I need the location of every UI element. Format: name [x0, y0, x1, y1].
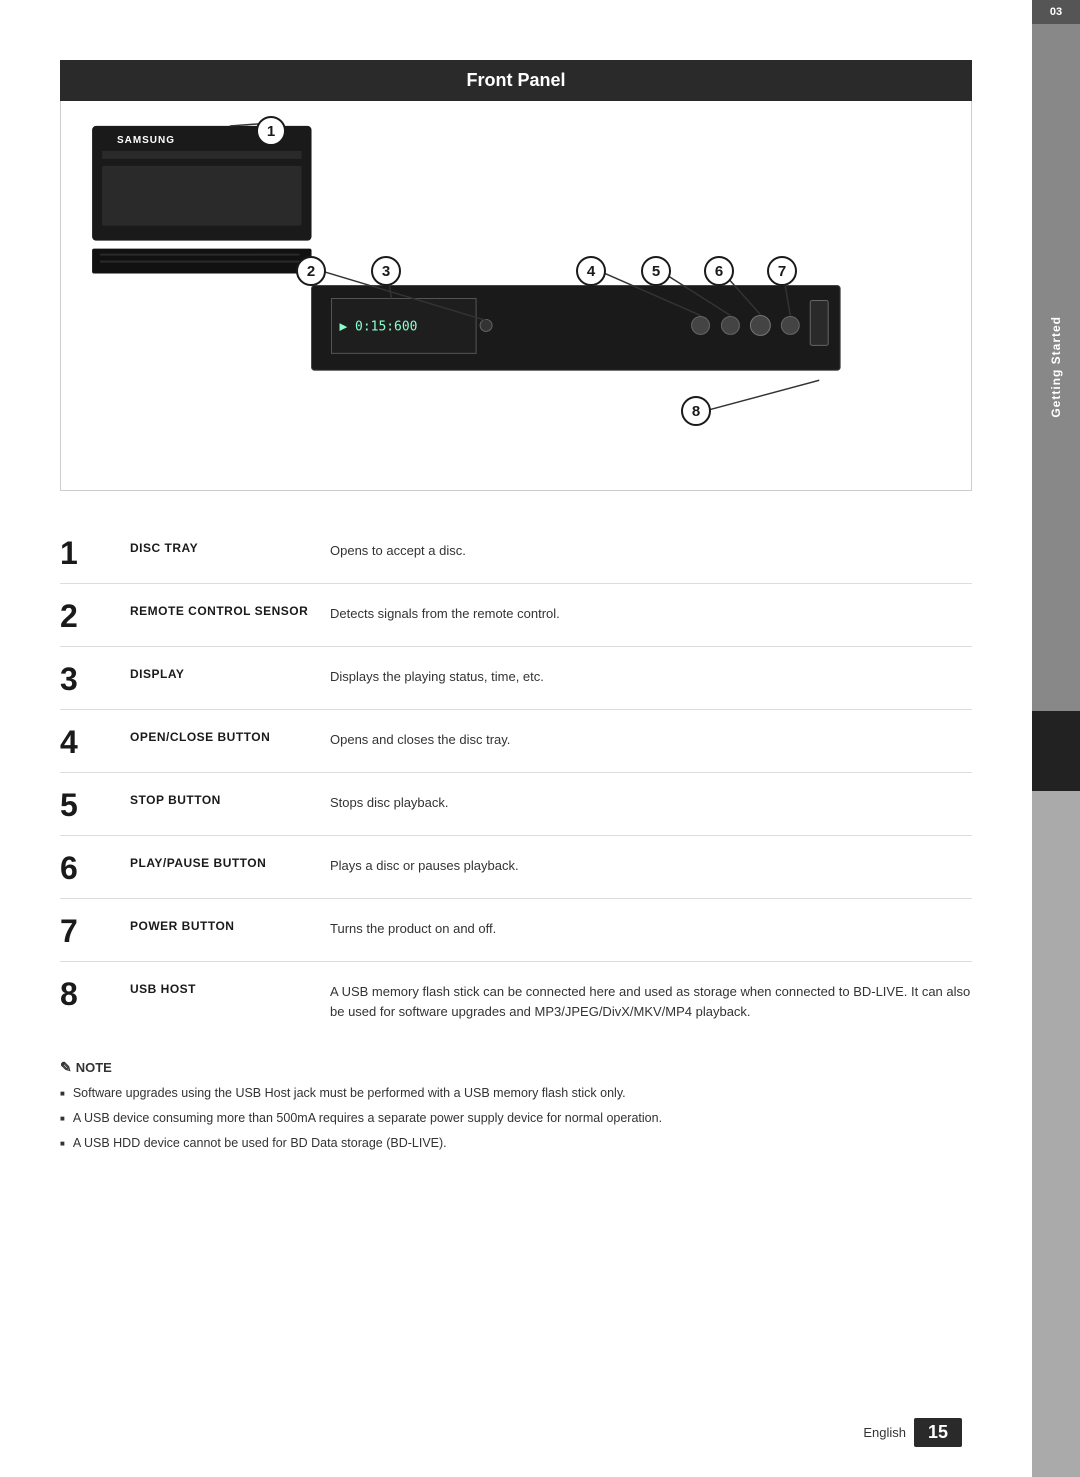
- svg-text:▶ 0:15:600: ▶ 0:15:600: [339, 319, 417, 334]
- comp-number-7: 7: [60, 913, 130, 947]
- comp-desc-4: Opens and closes the disc tray.: [330, 724, 972, 750]
- component-row-7: 7 POWER BUTTON Turns the product on and …: [60, 899, 972, 962]
- component-row-4: 4 OPEN/CLOSE BUTTON Opens and closes the…: [60, 710, 972, 773]
- comp-desc-2: Detects signals from the remote control.: [330, 598, 972, 624]
- note-item-3: A USB HDD device cannot be used for BD D…: [60, 1134, 972, 1153]
- page-language: English: [863, 1425, 906, 1440]
- note-item-2: A USB device consuming more than 500mA r…: [60, 1109, 972, 1128]
- comp-desc-3: Displays the playing status, time, etc.: [330, 661, 972, 687]
- sidebar-gray-bottom: [1032, 791, 1080, 1477]
- comp-name-4: OPEN/CLOSE BUTTON: [130, 724, 330, 744]
- front-panel-header: Front Panel: [60, 60, 972, 101]
- comp-number-3: 3: [60, 661, 130, 695]
- callout-8: 8: [681, 396, 711, 426]
- component-row-6: 6 PLAY/PAUSE BUTTON Plays a disc or paus…: [60, 836, 972, 899]
- page-number-box: 15: [914, 1418, 962, 1447]
- svg-text:SAMSUNG: SAMSUNG: [117, 135, 175, 146]
- comp-name-2: REMOTE CONTROL SENSOR: [130, 598, 330, 618]
- comp-name-7: POWER BUTTON: [130, 913, 330, 933]
- note-section: ✎ NOTE Software upgrades using the USB H…: [60, 1059, 972, 1152]
- comp-number-4: 4: [60, 724, 130, 758]
- callout-6: 6: [704, 256, 734, 286]
- callout-5: 5: [641, 256, 671, 286]
- component-row-1: 1 DISC TRAY Opens to accept a disc.: [60, 521, 972, 584]
- page-title: Front Panel: [466, 70, 565, 90]
- note-title: ✎ NOTE: [60, 1059, 972, 1076]
- comp-name-5: STOP BUTTON: [130, 787, 330, 807]
- main-content: Front Panel SAMSUNG ▶ 0:15:600: [0, 0, 1032, 1477]
- right-sidebar: 03 Getting Started: [1032, 0, 1080, 1477]
- page-number-area: English 15: [863, 1418, 962, 1447]
- component-row-2: 2 REMOTE CONTROL SENSOR Detects signals …: [60, 584, 972, 647]
- comp-number-5: 5: [60, 787, 130, 821]
- callout-2: 2: [296, 256, 326, 286]
- sidebar-black-block: [1032, 711, 1080, 791]
- component-row-5: 5 STOP BUTTON Stops disc playback.: [60, 773, 972, 836]
- diagram-svg: SAMSUNG ▶ 0:15:600: [61, 101, 971, 490]
- component-row-3: 3 DISPLAY Displays the playing status, t…: [60, 647, 972, 710]
- comp-number-8: 8: [60, 976, 130, 1010]
- comp-name-6: PLAY/PAUSE BUTTON: [130, 850, 330, 870]
- comp-name-3: DISPLAY: [130, 661, 330, 681]
- comp-number-1: 1: [60, 535, 130, 569]
- section-label-rotated: Getting Started: [1032, 24, 1080, 711]
- note-list: Software upgrades using the USB Host jac…: [60, 1084, 972, 1152]
- note-pencil-icon: ✎: [60, 1059, 72, 1076]
- comp-desc-5: Stops disc playback.: [330, 787, 972, 813]
- section-number: 03: [1032, 0, 1080, 24]
- component-row-8: 8 USB HOST A USB memory flash stick can …: [60, 962, 972, 1035]
- comp-number-2: 2: [60, 598, 130, 632]
- callout-3: 3: [371, 256, 401, 286]
- diagram-area: SAMSUNG ▶ 0:15:600: [60, 101, 972, 491]
- comp-desc-6: Plays a disc or pauses playback.: [330, 850, 972, 876]
- comp-name-8: USB HOST: [130, 976, 330, 996]
- comp-desc-1: Opens to accept a disc.: [330, 535, 972, 561]
- comp-desc-8: A USB memory flash stick can be connecte…: [330, 976, 972, 1021]
- comp-name-1: DISC TRAY: [130, 535, 330, 555]
- comp-desc-7: Turns the product on and off.: [330, 913, 972, 939]
- comp-number-6: 6: [60, 850, 130, 884]
- callout-4: 4: [576, 256, 606, 286]
- callout-1: 1: [256, 116, 286, 146]
- callout-7: 7: [767, 256, 797, 286]
- note-item-1: Software upgrades using the USB Host jac…: [60, 1084, 972, 1103]
- component-list: 1 DISC TRAY Opens to accept a disc. 2 RE…: [60, 521, 972, 1035]
